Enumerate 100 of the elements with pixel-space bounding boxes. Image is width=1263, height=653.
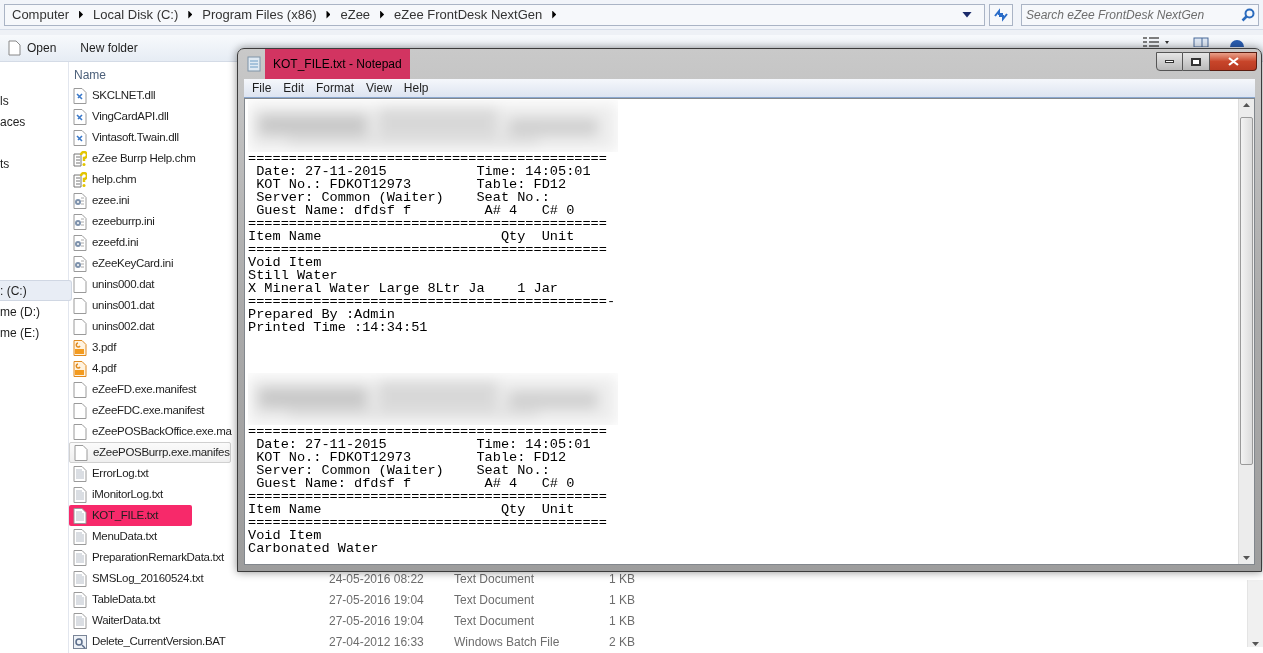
file-row[interactable]: unins000.dat [69,274,155,295]
file-name: unins000.dat [92,276,155,292]
breadcrumb[interactable]: eZee FrontDesk NextGen [391,4,546,25]
scrollbar[interactable] [1247,580,1263,647]
file-row[interactable]: eZeePOSBurrp.exe.manifes [69,442,231,463]
chevron-icon[interactable] [79,10,84,19]
close-button[interactable] [1210,52,1257,71]
preview-pane-icon[interactable] [1193,37,1209,47]
file-row[interactable]: iMonitorLog.txt [69,484,163,505]
modified-date: 27-05-2016 19:04 [329,612,424,630]
menu-item[interactable]: View [360,79,398,97]
file-name: Delete_CurrentVersion.BAT [92,633,226,649]
file-row[interactable]: ezeeburrp.ini [69,211,155,232]
file-name: Vintasoft.Twain.dll [92,129,179,145]
open-button[interactable]: Open [8,39,57,57]
modified-date: 27-04-2012 16:33 [329,633,424,651]
dropdown-icon[interactable] [962,11,972,18]
file-row[interactable]: eZeeFD.exe.manifest [69,379,197,400]
text-line: ============================================ [248,490,608,503]
file-row[interactable]: ezee.ini [69,190,130,211]
batch-file-icon [73,633,87,650]
file-row[interactable]: ErrorLog.txt [69,463,149,484]
file-name: PreparationRemarkData.txt [92,549,224,565]
text-file-icon [73,612,87,629]
text-line: ============================================ [248,516,608,529]
text-line: ============================================ [248,152,608,165]
menu-item[interactable]: Help [397,79,435,97]
chevron-icon[interactable] [552,10,557,19]
text-file-icon [73,486,87,503]
file-size: 1 KB [608,570,635,588]
new-folder-button[interactable]: New folder [80,39,138,57]
file-row[interactable]: Vintasoft.Twain.dll [69,127,179,148]
file-size: 1 KB [608,591,635,609]
file-row[interactable]: 3.pdf [69,337,117,358]
file-icon [73,297,87,314]
close-icon [1227,57,1239,66]
file-row[interactable]: PreparationRemarkData.txt [69,547,224,568]
minimize-icon [1165,60,1174,63]
search-field[interactable]: Search eZee FrontDesk NextGen [1021,3,1259,26]
file-row[interactable]: eZeePOSBackOffice.exe.ma [69,421,232,442]
file-row[interactable]: VingCardAPI.dll [69,106,169,127]
file-row[interactable]: 4.pdf [69,358,117,379]
menu-item[interactable]: Format [310,79,361,97]
file-name: ezeeburrp.ini [92,213,155,229]
file-row[interactable]: unins001.dat [69,295,155,316]
menu-item[interactable]: Edit [277,79,311,97]
file-row[interactable]: Delete_CurrentVersion.BAT [69,631,226,652]
file-row[interactable]: help.chm [69,169,137,190]
maximize-icon [1191,57,1201,66]
file-row[interactable]: MenuData.txt [69,526,157,547]
scrollbar[interactable] [1238,99,1254,564]
file-row[interactable]: SKCLNET.dll [69,85,156,106]
file-row[interactable]: eZeeFDC.exe.manifest [69,400,205,421]
nav-item[interactable]: aces [0,111,68,132]
minimize-button[interactable] [1156,52,1183,71]
file-row[interactable]: unins002.dat [69,316,155,337]
refresh-button[interactable] [989,3,1013,26]
file-name: MenuData.txt [92,528,157,544]
file-name: eZeePOSBurrp.exe.manifes [93,444,230,460]
file-type: Text Document [454,570,535,588]
file-row[interactable]: WaiterData.txt [69,610,161,631]
nav-item[interactable]: ts [0,153,68,174]
text-line: KOT No.: FDKOT12973 Table: FD12 [255,178,568,191]
text-file-icon [73,507,87,524]
nav-item[interactable]: me (E:) [0,322,68,343]
nav-item[interactable]: ls [0,90,68,111]
chevron-icon[interactable] [188,10,193,19]
help-file-icon [73,171,87,188]
file-row[interactable]: SMSLog_20160524.txt [69,568,204,589]
file-name: unins001.dat [92,297,155,313]
file-row[interactable]: eZee Burrp Help.chm [69,148,196,169]
search-icon[interactable] [1241,7,1255,22]
file-name: eZeeFD.exe.manifest [92,381,197,397]
nav-item[interactable]: : (C:) [0,280,72,301]
breadcrumb[interactable]: Computer [9,4,73,25]
nav-item[interactable]: me (D:) [0,301,68,322]
file-icon [73,423,87,440]
breadcrumb[interactable]: eZee [337,4,374,25]
text-file-icon [73,591,87,608]
text-line: ============================================ [248,217,608,230]
file-row[interactable]: TableData.txt [69,589,156,610]
file-type: Text Document [454,591,535,609]
scrollbar-thumb[interactable] [1240,117,1253,465]
breadcrumb[interactable]: Local Disk (C:) [90,4,182,25]
file-icon [73,318,87,335]
file-row[interactable]: ezeefd.ini [69,232,139,253]
address-bar[interactable]: Computer Local Disk (C:) Program Files (x86) eZee eZee FrontDesk NextGen [4,3,985,26]
maximize-button[interactable] [1183,52,1210,71]
file-name: help.chm [92,171,137,187]
file-row[interactable]: KOT_FILE.txt [69,505,192,526]
text-line: Date: 27-11-2015 Time: 14:05:01 [255,165,592,178]
breadcrumb[interactable]: Program Files (x86) [199,4,320,25]
chevron-icon[interactable] [380,10,385,19]
chevron-icon[interactable] [326,10,331,19]
file-row[interactable]: eZeeKeyCard.ini [69,253,174,274]
modified-date: 27-05-2016 19:04 [329,591,424,609]
file-name: 3.pdf [92,339,117,355]
column-header[interactable]: Name [74,66,106,84]
menu-item[interactable]: File [246,79,278,97]
text-line: ============================================ [248,425,608,438]
